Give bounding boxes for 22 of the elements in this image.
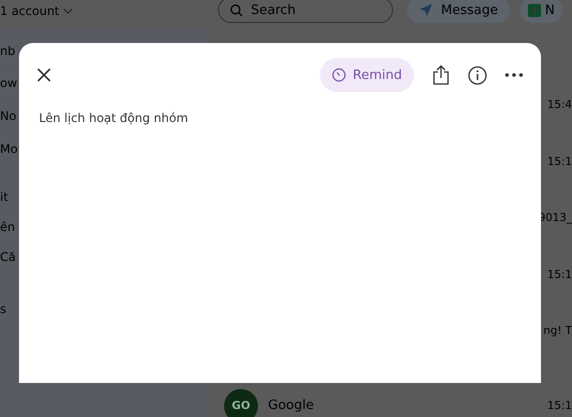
chevron-icon: [63, 8, 74, 14]
search-icon: [230, 4, 243, 17]
list-row-text: 15:1: [547, 268, 572, 282]
share-icon: [432, 65, 450, 85]
more-icon: [505, 73, 523, 77]
plus-square-icon: [528, 4, 541, 16]
close-icon: [37, 68, 51, 82]
list-row-text: 15:1: [547, 154, 572, 170]
account-selector[interactable]: 1 account: [0, 4, 218, 18]
search-field[interactable]: Search: [218, 0, 393, 23]
list-row-text: 15:4: [547, 98, 572, 113]
avatar: GO: [224, 388, 258, 417]
send-icon: [419, 3, 433, 17]
note-text: Lên lịch hoạt động nhóm: [39, 111, 190, 125]
new-button[interactable]: N: [520, 0, 563, 23]
list-row-text: ng! T: [543, 324, 572, 339]
message-button[interactable]: Message: [407, 0, 510, 23]
info-icon: [468, 66, 487, 84]
clock-icon: [332, 68, 346, 82]
remind-button[interactable]: Remind: [320, 58, 414, 92]
contact-name: Google: [268, 398, 315, 413]
message-time: 15:1: [547, 399, 572, 412]
